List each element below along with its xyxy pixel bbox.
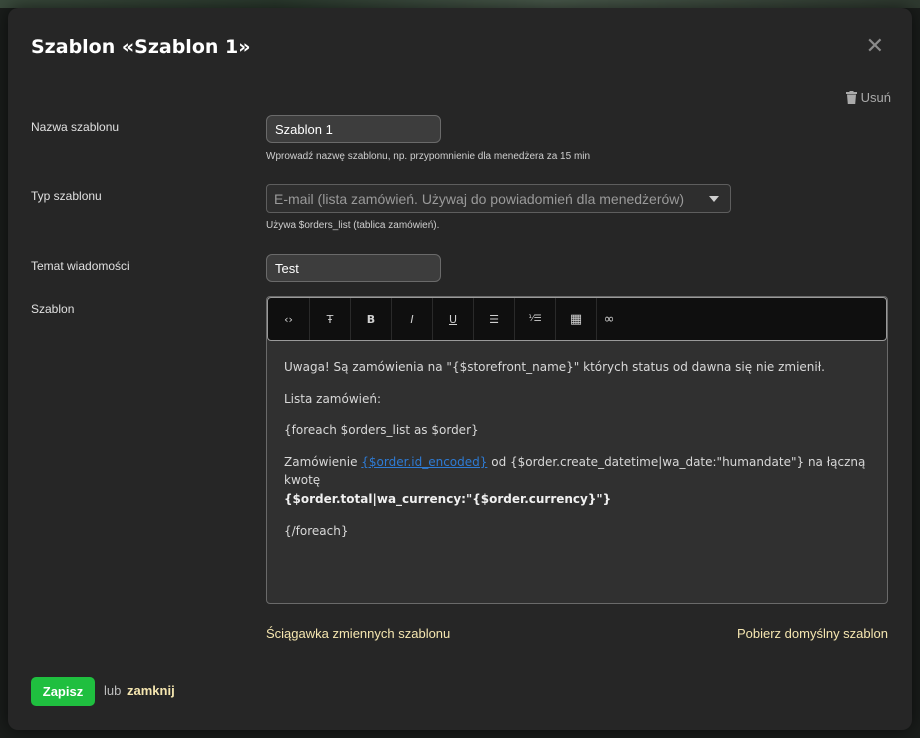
editor-content[interactable]: Uwaga! Są zamówienia na "{$storefront_na… bbox=[267, 341, 887, 540]
bold-icon[interactable]: B bbox=[351, 298, 392, 340]
content-bold-text: {$order.total|wa_currency:"{$order.curre… bbox=[284, 491, 612, 506]
close-link[interactable]: zamknij bbox=[127, 683, 175, 698]
content-line: {/foreach} bbox=[284, 523, 349, 538]
link-icon[interactable]: ∞ bbox=[597, 298, 621, 340]
content-text: Zamówienie bbox=[284, 454, 362, 469]
italic-icon[interactable]: I bbox=[392, 298, 433, 340]
subject-input[interactable]: Test bbox=[266, 254, 441, 282]
type-hint: Używa $orders_list (tablica zamówień). bbox=[266, 220, 440, 231]
save-button[interactable]: Zapisz bbox=[31, 677, 95, 706]
name-input[interactable]: Szablon 1 bbox=[266, 115, 441, 143]
type-select[interactable]: E-mail (lista zamówień. Używaj do powiad… bbox=[266, 184, 731, 213]
dialog-title: Szablon «Szablon 1» bbox=[31, 36, 251, 58]
strikethrough-icon[interactable]: Ŧ bbox=[310, 298, 351, 340]
chevron-down-icon bbox=[709, 195, 719, 202]
delete-label: Usuń bbox=[860, 90, 891, 105]
order-id-link[interactable]: {$order.id_encoded} bbox=[361, 455, 487, 469]
content-line: {foreach $orders_list as $order} bbox=[284, 423, 479, 438]
content-line: Zamówienie {$order.id_encoded} od {$orde… bbox=[284, 453, 870, 509]
trash-icon bbox=[845, 91, 857, 104]
content-line: Lista zamówień: bbox=[284, 391, 382, 406]
template-editor[interactable]: ‹› Ŧ B I U ☰ ⅟☰ ▦ ∞ Uwaga! Są zamówienia… bbox=[266, 296, 888, 604]
name-label: Nazwa szablonu bbox=[31, 120, 120, 134]
or-text: lub bbox=[104, 683, 122, 698]
delete-button[interactable]: Usuń bbox=[845, 90, 891, 105]
bullet-list-icon[interactable]: ☰ bbox=[474, 298, 515, 340]
cheatsheet-link[interactable]: Ściągawka zmiennych szablonu bbox=[266, 626, 450, 641]
editor-toolbar: ‹› Ŧ B I U ☰ ⅟☰ ▦ ∞ bbox=[267, 297, 887, 341]
type-select-value: E-mail (lista zamówień. Używaj do powiad… bbox=[274, 190, 685, 207]
close-icon[interactable]: ✕ bbox=[866, 34, 884, 59]
template-dialog: Szablon «Szablon 1» ✕ Usuń Nazwa szablon… bbox=[8, 8, 912, 730]
name-hint: Wprowadź nazwę szablonu, np. przypomnien… bbox=[266, 151, 591, 162]
table-icon[interactable]: ▦ bbox=[556, 298, 597, 340]
backdrop bbox=[0, 0, 920, 8]
underline-icon[interactable]: U bbox=[433, 298, 474, 340]
subject-label: Temat wiadomości bbox=[31, 259, 130, 273]
code-icon[interactable]: ‹› bbox=[268, 298, 310, 340]
type-label: Typ szablonu bbox=[31, 189, 102, 203]
numbered-list-icon[interactable]: ⅟☰ bbox=[515, 298, 556, 340]
content-line: Uwaga! Są zamówienia na "{$storefront_na… bbox=[284, 360, 825, 374]
template-label: Szablon bbox=[31, 302, 75, 316]
default-template-link[interactable]: Pobierz domyślny szablon bbox=[737, 626, 888, 641]
